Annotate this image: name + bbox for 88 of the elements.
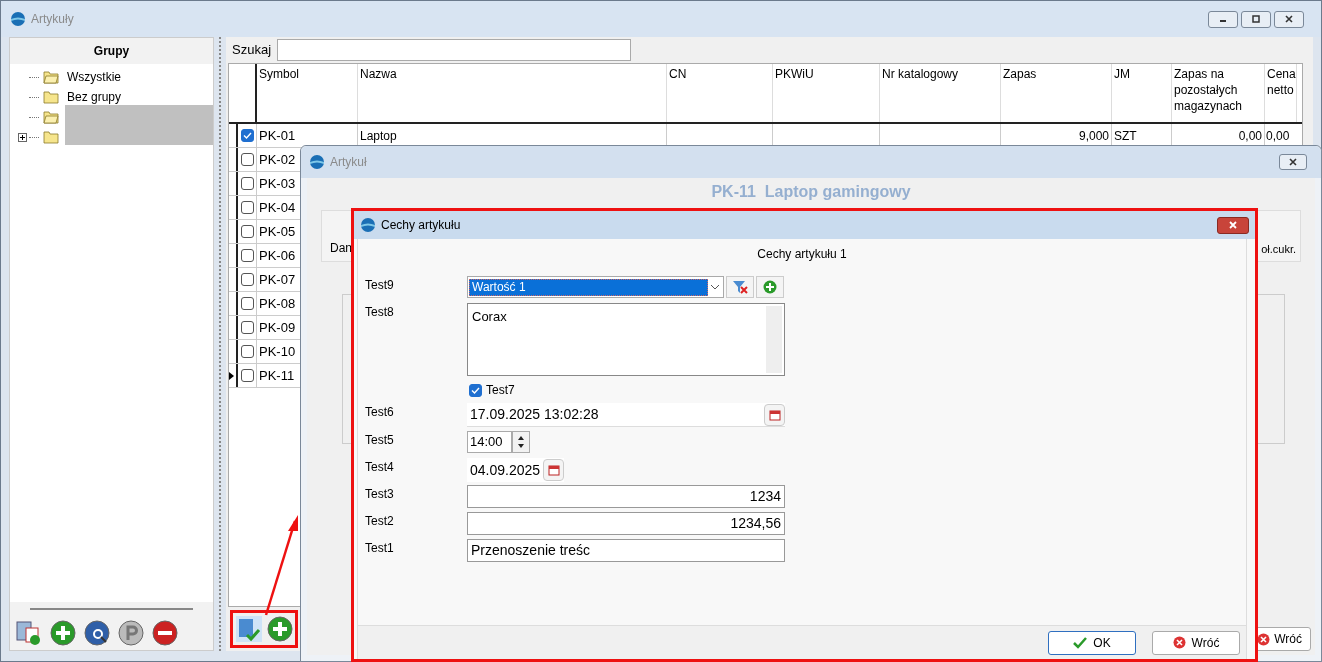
checkmark-icon bbox=[1073, 636, 1088, 649]
field-label: Test5 bbox=[365, 432, 395, 449]
column-header[interactable]: Symbol bbox=[257, 64, 358, 122]
column-header[interactable]: CN bbox=[667, 64, 773, 122]
clear-filter-button[interactable] bbox=[726, 276, 754, 298]
plus-icon bbox=[19, 133, 26, 141]
dropdown-field[interactable]: Wartość 1 bbox=[467, 276, 724, 298]
expand-toggle[interactable] bbox=[18, 132, 27, 142]
dialog-heading: Cechy artykułu 1 bbox=[756, 246, 848, 263]
folder-icon bbox=[43, 130, 59, 144]
dialog-title: Cechy artykułu bbox=[381, 217, 461, 234]
field-label: Test2 bbox=[365, 513, 395, 530]
column-header[interactable]: Cena netto bbox=[1265, 64, 1297, 122]
folder-icon bbox=[43, 90, 59, 104]
search-label: Szukaj bbox=[232, 41, 272, 60]
field-label: Test3 bbox=[365, 486, 395, 503]
open-folder-icon bbox=[42, 110, 59, 124]
field-label: Test4 bbox=[365, 459, 395, 476]
spin-button[interactable] bbox=[512, 431, 530, 453]
table-cell-text: 0,00 bbox=[1265, 127, 1291, 145]
field-label: Test1 bbox=[365, 540, 395, 557]
close-button[interactable] bbox=[1217, 216, 1249, 234]
add-icon[interactable] bbox=[267, 616, 293, 642]
number-field[interactable]: 1234 bbox=[467, 485, 785, 508]
tree-item[interactable]: Bez grupy bbox=[65, 88, 124, 106]
memo-field[interactable]: Corax bbox=[467, 303, 785, 376]
checkbox[interactable] bbox=[240, 297, 254, 310]
checkbox[interactable] bbox=[240, 321, 254, 334]
funnel-icon bbox=[732, 280, 748, 294]
field-label: Test9 bbox=[365, 277, 395, 294]
groups-header: Grupy bbox=[10, 38, 213, 64]
checkbox[interactable] bbox=[240, 177, 254, 190]
checkbox[interactable] bbox=[240, 345, 254, 358]
checkbox-label: Test7 bbox=[486, 382, 515, 399]
checkbox[interactable] bbox=[240, 129, 254, 142]
calendar-icon bbox=[768, 408, 781, 421]
checkbox[interactable] bbox=[240, 225, 254, 238]
p-letter-icon[interactable] bbox=[118, 620, 144, 646]
checkbox[interactable] bbox=[240, 273, 254, 286]
minimize-button[interactable] bbox=[1208, 10, 1238, 28]
column-header[interactable]: Zapas bbox=[1001, 64, 1112, 122]
column-header[interactable]: Nr katalogowy bbox=[880, 64, 1001, 122]
app-logo-icon bbox=[309, 154, 325, 170]
close-icon bbox=[1172, 636, 1186, 649]
maximize-icon bbox=[1251, 15, 1261, 23]
article-heading: PK-11 Laptop gamingowy bbox=[710, 182, 912, 202]
checkbox[interactable] bbox=[240, 153, 254, 166]
column-header[interactable]: Nazwa bbox=[358, 64, 667, 122]
chevron-down-icon bbox=[708, 282, 722, 292]
calendar-icon bbox=[547, 464, 560, 476]
open-folder-icon bbox=[43, 70, 59, 84]
maximize-button[interactable] bbox=[1241, 10, 1271, 28]
add-icon bbox=[763, 280, 777, 294]
add-button[interactable] bbox=[756, 276, 784, 298]
tab[interactable]: oł.cukr. bbox=[1261, 240, 1296, 257]
checkbox[interactable] bbox=[469, 383, 482, 397]
column-header[interactable]: PKWiU bbox=[773, 64, 880, 122]
column-header[interactable]: JM bbox=[1112, 64, 1172, 122]
close-icon bbox=[1284, 15, 1294, 23]
app-logo-icon bbox=[10, 11, 26, 27]
column-header[interactable]: Zapas na pozostałych magazynach bbox=[1172, 64, 1265, 122]
field-label: Test6 bbox=[365, 404, 395, 421]
app-logo-icon bbox=[360, 217, 376, 233]
search-field[interactable] bbox=[277, 39, 632, 61]
close-icon bbox=[1228, 221, 1238, 229]
field-label: Test8 bbox=[365, 304, 395, 321]
ok-button[interactable]: OK bbox=[1048, 630, 1136, 655]
checkbox[interactable] bbox=[240, 369, 254, 382]
close-icon bbox=[1288, 158, 1298, 166]
time-field[interactable]: 14:00 bbox=[467, 431, 512, 453]
calendar-button[interactable] bbox=[543, 459, 565, 481]
number-field[interactable]: 1234,56 bbox=[467, 512, 785, 535]
text-field[interactable]: Przenoszenie treśc bbox=[467, 539, 785, 562]
checkbox[interactable] bbox=[240, 249, 254, 262]
table-check-icon[interactable] bbox=[235, 615, 263, 643]
spin-arrows-icon bbox=[517, 434, 525, 450]
add-icon[interactable] bbox=[50, 620, 76, 646]
calendar-button[interactable] bbox=[764, 403, 785, 426]
tree-item[interactable]: Wszystkie bbox=[65, 68, 123, 86]
window-title: Artykuły bbox=[31, 11, 74, 28]
table-add-icon[interactable] bbox=[16, 620, 42, 646]
close-button[interactable] bbox=[1279, 154, 1307, 170]
remove-icon[interactable] bbox=[152, 620, 178, 646]
close-button[interactable] bbox=[1274, 10, 1304, 28]
current-row-icon bbox=[229, 371, 234, 380]
search-icon[interactable] bbox=[84, 620, 110, 646]
cancel-button[interactable]: Wróć bbox=[1152, 630, 1240, 655]
checkbox[interactable] bbox=[240, 201, 254, 214]
